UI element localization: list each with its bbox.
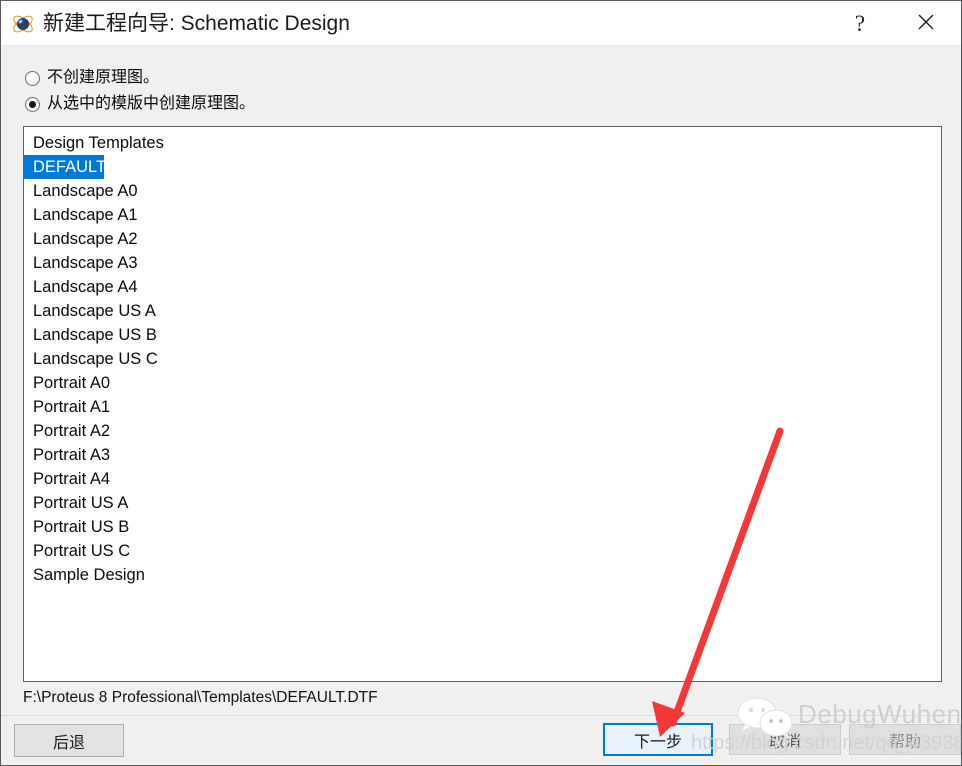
design-templates-listbox[interactable]: Design Templates DEFAULT Landscape A0 La… xyxy=(23,126,942,682)
list-item[interactable]: Portrait A3 xyxy=(24,443,941,467)
list-item[interactable]: Landscape A2 xyxy=(24,227,941,251)
radio-option-label: 不创建原理图。 xyxy=(47,69,160,86)
list-item[interactable]: Landscape US C xyxy=(24,347,941,371)
list-item[interactable]: Portrait US B xyxy=(24,515,941,539)
cancel-button[interactable]: 取消 xyxy=(729,724,841,755)
list-item[interactable]: Landscape US A xyxy=(24,299,941,323)
close-button[interactable] xyxy=(889,1,961,46)
list-item[interactable]: Sample Design xyxy=(24,563,941,587)
radio-option-label: 从选中的模版中创建原理图。 xyxy=(47,95,256,112)
list-item[interactable]: Portrait A1 xyxy=(24,395,941,419)
list-item[interactable]: Landscape A3 xyxy=(24,251,941,275)
radio-option-from-template[interactable]: 从选中的模版中创建原理图。 xyxy=(25,93,255,115)
selected-template-path: F:\Proteus 8 Professional\Templates\DEFA… xyxy=(23,689,378,706)
list-item[interactable]: Portrait A0 xyxy=(24,371,941,395)
close-icon xyxy=(916,12,936,35)
list-item[interactable]: Landscape US B xyxy=(24,323,941,347)
list-item-selected[interactable]: DEFAULT xyxy=(24,155,106,179)
list-item[interactable]: Design Templates xyxy=(24,131,941,155)
list-item[interactable]: Landscape A0 xyxy=(24,179,941,203)
question-mark-icon: ? xyxy=(854,10,866,36)
list-item[interactable]: Landscape A1 xyxy=(24,203,941,227)
radio-checked-icon xyxy=(25,96,40,112)
back-button[interactable]: 后退 xyxy=(14,724,124,757)
list-item[interactable]: Portrait US C xyxy=(24,539,941,563)
radio-option-no-schematic[interactable]: 不创建原理图。 xyxy=(25,67,159,89)
list-item[interactable]: Portrait US A xyxy=(24,491,941,515)
title-bar: 新建工程向导: Schematic Design ? xyxy=(1,1,961,46)
radio-unchecked-icon xyxy=(25,70,40,86)
dialog-title: 新建工程向导: Schematic Design xyxy=(43,12,350,35)
proteus-sphere-icon xyxy=(11,12,35,36)
help-button[interactable]: 帮助 xyxy=(849,724,961,755)
list-item[interactable]: Portrait A2 xyxy=(24,419,941,443)
list-item[interactable]: Portrait A4 xyxy=(24,467,941,491)
list-item[interactable]: Landscape A4 xyxy=(24,275,941,299)
titlebar-help-button[interactable]: ? xyxy=(831,1,889,46)
next-button[interactable]: 下一步 xyxy=(603,723,713,756)
new-project-wizard-dialog: 新建工程向导: Schematic Design ? 不创建原理图。 从选中的模… xyxy=(0,0,962,766)
